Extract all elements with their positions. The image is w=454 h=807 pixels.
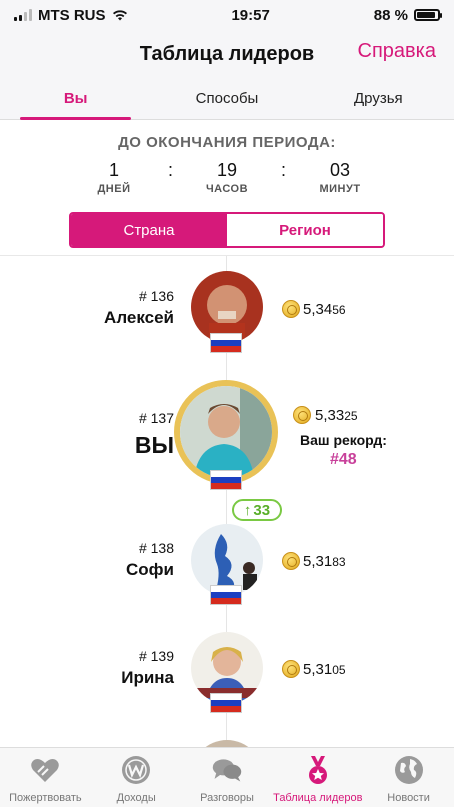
signal-icon [14,9,32,21]
rank-label: # 138 [138,540,174,556]
score-decimals: 83 [332,555,346,569]
status-left: MTS RUS [14,7,128,24]
coin-icon [282,552,300,570]
help-link[interactable]: Справка [358,40,436,63]
record-value: #48 [330,451,357,468]
days-value: 1 [108,160,119,180]
score-main: 5,33 [315,407,345,424]
rank-label: # 137 [138,410,174,426]
tab-chats[interactable]: Разговоры [182,748,273,807]
avatar-photo-you [180,386,272,478]
leaderboard-row[interactable]: # 139 Ирина 5,3105 [0,626,454,736]
record-label: Ваш рекорд: [300,432,387,448]
wifi-icon [112,10,127,21]
bottom-tab-bar: Пожертвовать Доходы Разговоры Таблица ли… [0,747,454,807]
player-name: Алексей [104,308,174,327]
coin-w-icon [120,754,152,786]
russia-flag-icon [210,693,242,713]
battery-percent: 88 % [373,6,408,24]
region-button[interactable]: Регион [227,214,383,246]
player-name: ВЫ [134,432,174,458]
tab-label: Пожертвовать [9,792,82,804]
score-decimals: 05 [332,663,346,677]
coin-icon [282,660,300,678]
russia-flag-icon [210,470,242,490]
countdown-title: ДО ОКОНЧАНИЯ ПЕРИОДА: [118,134,336,151]
score-main: 5,34 [303,301,333,318]
score-main: 5,31 [303,661,333,678]
tab-methods[interactable]: Способы [151,78,302,119]
carrier-label: MTS RUS [38,6,106,24]
tab-label: Новости [387,792,430,804]
tab-friends[interactable]: Друзья [303,78,454,119]
tab-label: Таблица лидеров [273,792,363,804]
medal-icon [302,754,334,786]
countdown-separator: : [167,160,173,180]
player-name: Софи [126,560,174,579]
tab-news[interactable]: Новости [363,748,454,807]
avatar-you[interactable] [174,380,278,484]
coin-icon [282,300,300,318]
score-decimals: 56 [332,303,346,317]
tab-you[interactable]: Вы [0,78,151,120]
rank-label: # 139 [138,648,174,664]
leaderboard-list[interactable]: # 136 Алексей 5,3456 # 137 ВЫ ↑ 33 5,332… [0,255,454,747]
rank-label: # 136 [138,288,174,304]
score: 5,3183 [303,553,346,570]
score-main: 5,31 [303,553,333,570]
days-label: ДНЕЙ [97,183,131,195]
minutes-value: 03 [330,160,351,180]
russia-flag-icon [210,333,242,353]
countdown-section: ДО ОКОНЧАНИЯ ПЕРИОДА: 1 ДНЕЙ : 19 ЧАСОВ … [0,120,454,255]
countdown-minutes: 03 МИНУТ [306,160,374,195]
page-title: Таблица лидеров [139,42,315,65]
scope-toggle: Страна Регион [69,212,385,248]
leaderboard-row-you[interactable]: # 137 ВЫ ↑ 33 5,3325 Ваш рекорд: #48 [0,376,454,521]
countdown-timer: 1 ДНЕЙ : 19 ЧАСОВ : 03 МИНУТ [0,160,454,195]
top-tabs: Вы Способы Друзья [0,78,454,120]
country-button[interactable]: Страна [71,214,227,246]
countdown-days: 1 ДНЕЙ [80,160,148,195]
russia-flag-icon [210,585,242,605]
chat-bubbles-icon [211,754,243,786]
score: 5,3105 [303,661,346,678]
hours-value: 19 [216,160,238,180]
score: 5,3456 [303,301,346,318]
heart-hands-icon [29,754,61,786]
tab-donate[interactable]: Пожертвовать [0,748,91,807]
leaderboard-row[interactable]: # 138 Софи 5,3183 [0,516,454,626]
leaderboard-row[interactable]: # 136 Алексей 5,3456 [0,256,454,376]
countdown-hours: 19 ЧАСОВ [193,160,261,195]
tab-label: Доходы [116,792,156,804]
player-name: Ирина [121,668,174,687]
score-decimals: 25 [344,409,358,423]
avatar-partial[interactable] [191,740,263,747]
coin-icon [293,406,311,424]
globe-icon [393,754,425,786]
score: 5,3325 [315,407,358,424]
status-right: 88 % [373,6,442,24]
hours-label: ЧАСОВ [205,183,249,195]
battery-icon [413,9,442,21]
tab-income[interactable]: Доходы [91,748,182,807]
tab-leaderboard[interactable]: Таблица лидеров [272,748,363,807]
clock: 19:57 [231,6,270,24]
status-bar: MTS RUS 19:57 88 % [0,0,454,30]
nav-header: Таблица лидеров Справка [0,30,454,78]
minutes-label: МИНУТ [319,183,361,195]
countdown-separator: : [281,160,287,180]
tab-label: Разговоры [200,792,254,804]
